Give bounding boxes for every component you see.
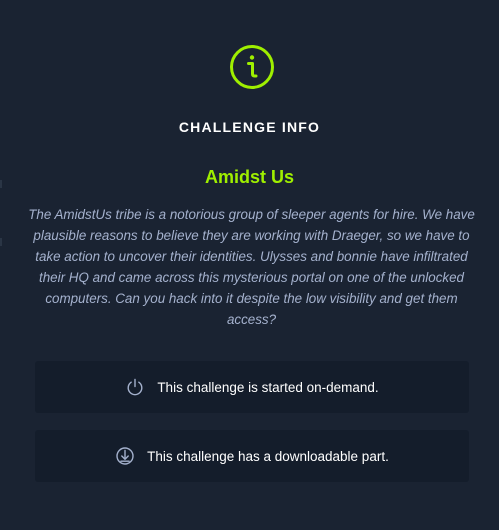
info-circle-icon xyxy=(230,45,274,89)
challenge-info-modal: CHALLENGE INFO Amidst Us The AmidstUs tr… xyxy=(0,0,499,530)
download-icon xyxy=(116,447,134,465)
challenge-name: Amidst Us xyxy=(204,167,294,187)
downloadable-note-text: This challenge has a downloadable part. xyxy=(147,448,389,464)
downloadable-note: This challenge has a downloadable part. xyxy=(35,430,469,482)
power-icon xyxy=(127,378,143,396)
modal-title: CHALLENGE INFO xyxy=(178,119,321,135)
on-demand-note-text: This challenge is started on-demand. xyxy=(157,379,379,395)
challenge-description: The AmidstUs tribe is a notorious group … xyxy=(28,207,475,327)
on-demand-note: This challenge is started on-demand. xyxy=(35,361,469,413)
left-edge-mark xyxy=(0,238,2,246)
